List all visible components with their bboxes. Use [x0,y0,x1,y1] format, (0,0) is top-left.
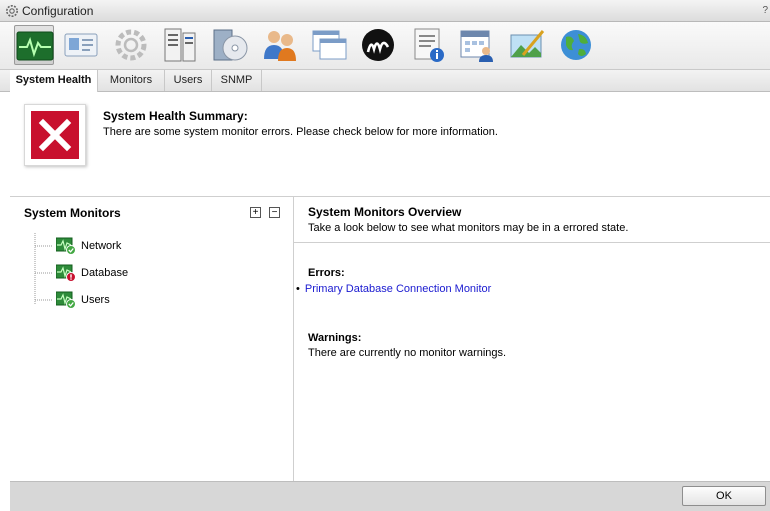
toolbar-settings[interactable] [111,25,151,65]
summary-message: There are some system monitor errors. Pl… [103,126,498,138]
image-edit-icon [510,30,545,58]
gear-icon [115,29,147,61]
calendar-user-icon [460,30,493,62]
main-toolbar [0,22,770,70]
monitor-ok-icon [56,291,76,309]
system-monitors-panel: System Monitors + − Network Database Use… [10,197,294,481]
left-gutter [0,93,10,511]
monitor-tree: Network Database Users [30,233,280,323]
tab-system-health[interactable]: System Health [10,70,98,92]
divider [294,242,770,243]
toolbar-windows[interactable] [309,25,349,65]
health-summary: System Health Summary: There are some sy… [10,93,770,197]
id-card-icon [64,33,98,57]
summary-title: System Health Summary: [103,109,248,123]
error-x-icon [31,111,79,159]
ok-button[interactable]: OK [682,486,766,506]
toolbar-calendar-user[interactable] [457,25,497,65]
toolbar-image-edit[interactable] [507,25,547,65]
dialog-footer: OK [10,481,770,511]
title-bar[interactable]: Configuration ? [0,0,770,22]
warnings-heading: Warnings: [308,332,362,344]
expand-all-button[interactable]: + [250,207,261,218]
monitor-ok-icon [56,237,76,255]
warnings-text: There are currently no monitor warnings. [308,347,507,359]
server-icon [164,28,196,62]
window-title: Configuration [22,4,94,18]
toolbar-id-card[interactable] [61,25,101,65]
tree-item-label: Database [81,267,129,279]
bullet: • [296,283,300,295]
errors-heading: Errors: [308,267,345,279]
heartbeat-monitor-icon [16,31,54,61]
toolbar-brand[interactable] [358,25,398,65]
status-badge [24,104,86,166]
help-button[interactable]: ? [762,5,768,16]
error-monitor-link[interactable]: Primary Database Connection Monitor [305,283,491,295]
toolbar-users[interactable] [260,25,300,65]
panel-title: System Monitors [24,206,121,220]
toolbar-server[interactable] [160,25,200,65]
tab-monitors[interactable]: Monitors [98,70,165,91]
toolbar-globe[interactable] [556,25,596,65]
tree-item-label: Network [81,240,122,252]
error-list-item: • Primary Database Connection Monitor [296,283,491,295]
tab-bar: System Health Monitors Users SNMP [0,70,770,92]
monitors-overview-panel: System Monitors Overview Take a look bel… [294,197,770,481]
monitor-error-icon [56,264,76,282]
globe-icon [561,30,591,60]
tab-snmp[interactable]: SNMP [212,70,262,91]
document-info-icon [414,28,444,62]
gear-icon [6,5,18,17]
toolbar-document-info[interactable] [408,25,448,65]
users-icon [264,31,296,61]
disc-backup-icon [213,29,248,61]
windows-icon [312,30,347,60]
tab-users[interactable]: Users [165,70,212,91]
overview-subtitle: Take a look below to see what monitors m… [308,222,629,234]
configuration-window: Configuration ? System Health Monitors U… [0,0,770,511]
m-logo-icon [362,29,394,61]
toolbar-backup[interactable] [210,25,250,65]
overview-title: System Monitors Overview [308,205,462,219]
toolbar-system-health[interactable] [14,25,54,65]
tree-item-label: Users [81,294,110,306]
collapse-all-button[interactable]: − [269,207,280,218]
